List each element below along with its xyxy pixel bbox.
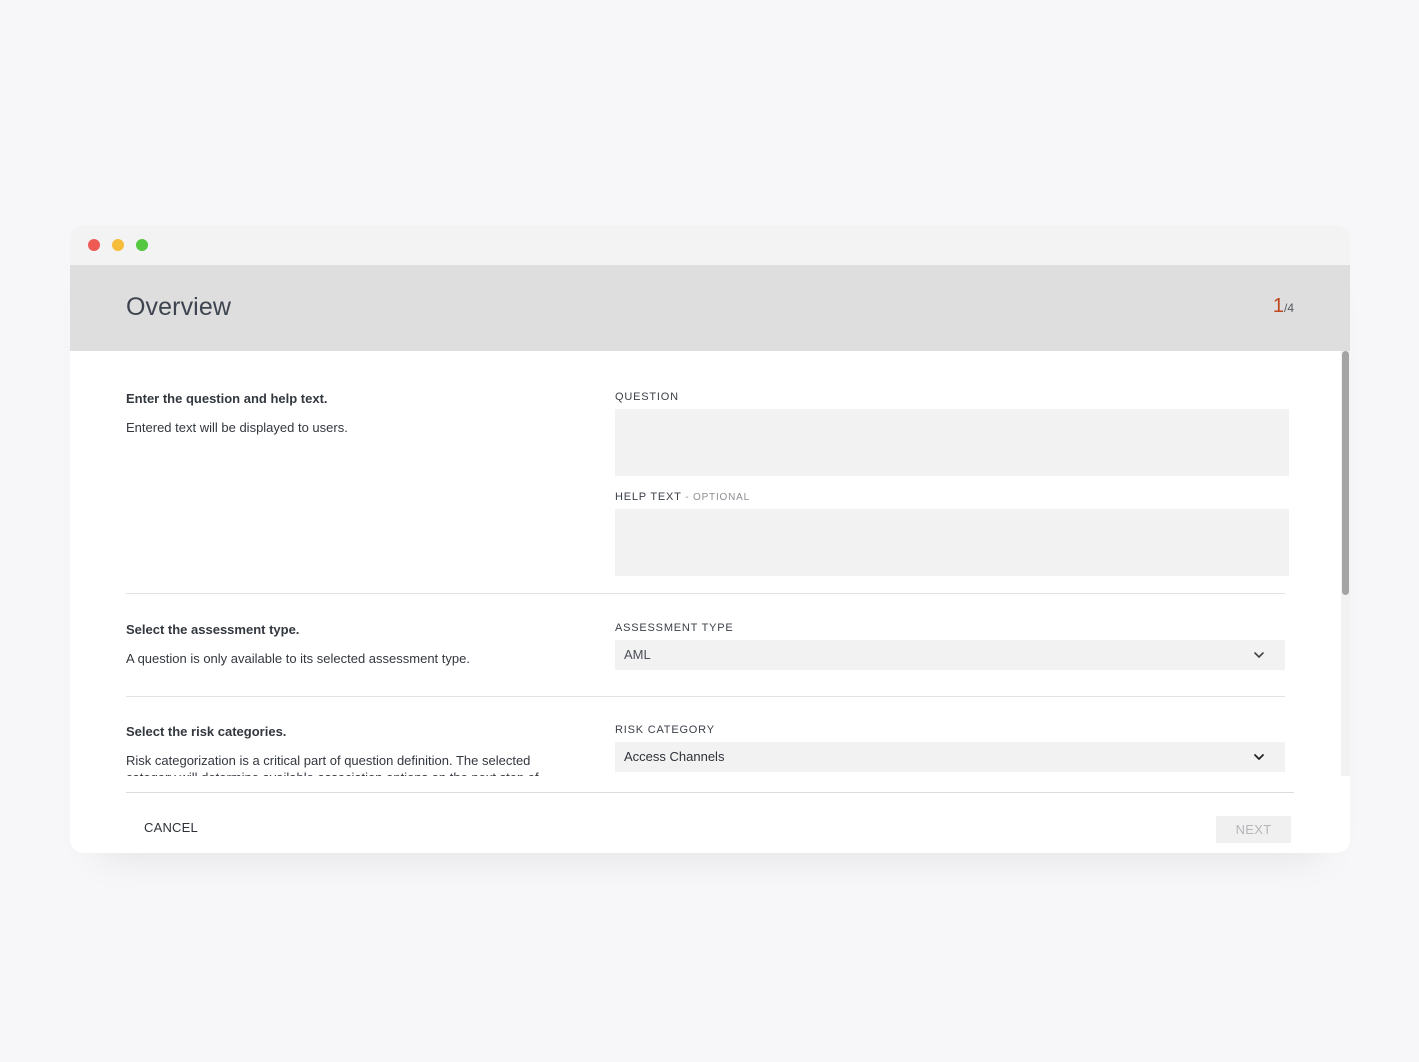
risk-section-description: Risk categorization is a critical part o…: [126, 753, 539, 776]
section-divider: [126, 696, 1285, 697]
step-indicator: 1/4: [1273, 295, 1294, 318]
page-title: Overview: [126, 293, 231, 321]
assessment-type-label: ASSESSMENT TYPE: [615, 622, 734, 634]
question-input[interactable]: [615, 409, 1289, 476]
content-scrollbar[interactable]: [1341, 351, 1350, 776]
help-text-input[interactable]: [615, 509, 1289, 576]
assessment-section-heading: Select the assessment type.: [126, 622, 300, 637]
section-divider: [126, 593, 1285, 594]
step-total: /4: [1283, 301, 1294, 315]
chevron-down-icon: [1254, 754, 1264, 760]
chevron-down-icon: [1254, 652, 1264, 658]
risk-category-select[interactable]: Access Channels: [615, 742, 1285, 772]
wizard-header: Overview 1/4: [70, 265, 1350, 351]
wizard-content[interactable]: Enter the question and help text. Entere…: [70, 351, 1350, 776]
question-label: QUESTION: [615, 391, 679, 403]
assessment-section-description: A question is only available to its sele…: [126, 651, 470, 666]
question-section-heading: Enter the question and help text.: [126, 391, 328, 406]
next-button[interactable]: NEXT: [1216, 816, 1291, 843]
wizard-footer: CANCEL NEXT: [70, 776, 1350, 853]
help-text-label: HELP TEXT - OPTIONAL: [615, 491, 1285, 503]
question-section-description: Entered text will be displayed to users.: [126, 420, 348, 435]
maximize-window-button[interactable]: [136, 239, 148, 251]
minimize-window-button[interactable]: [112, 239, 124, 251]
risk-category-label: RISK CATEGORY: [615, 724, 715, 736]
footer-divider: [126, 792, 1294, 793]
close-window-button[interactable]: [88, 239, 100, 251]
risk-category-value: Access Channels: [624, 749, 725, 764]
optional-tag: - OPTIONAL: [681, 492, 750, 503]
app-window: Overview 1/4 Enter the question and help…: [70, 225, 1350, 853]
step-current: 1: [1272, 295, 1284, 317]
scrollbar-thumb[interactable]: [1342, 351, 1349, 595]
window-titlebar: [70, 225, 1350, 265]
cancel-button[interactable]: CANCEL: [144, 820, 198, 835]
assessment-type-select[interactable]: AML: [615, 640, 1285, 670]
assessment-type-value: AML: [624, 647, 651, 662]
risk-section-heading: Select the risk categories.: [126, 724, 287, 739]
help-text-label-text: HELP TEXT: [615, 491, 682, 503]
